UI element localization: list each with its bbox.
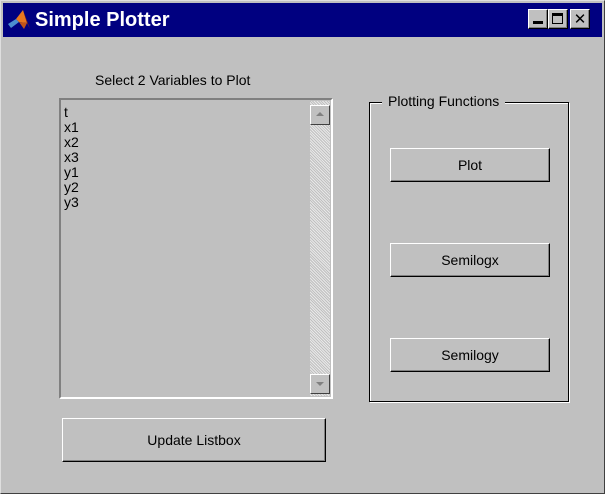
plotting-functions-legend: Plotting Functions: [382, 93, 506, 109]
minimize-button[interactable]: [528, 9, 548, 29]
maximize-button[interactable]: [548, 9, 568, 29]
simple-plotter-window: Simple Plotter ✕ Select 2 Variables to P…: [0, 0, 605, 494]
list-item[interactable]: y2: [62, 180, 79, 195]
scroll-down-button[interactable]: [310, 374, 330, 394]
minimize-icon: [533, 21, 543, 24]
variables-list: t x1 x2 x3 y1 y2 y3: [62, 105, 79, 210]
update-listbox-button[interactable]: Update Listbox: [62, 418, 326, 462]
matlab-logo-icon: [8, 10, 30, 29]
maximize-icon: [552, 13, 563, 24]
semilogx-button[interactable]: Semilogx: [390, 243, 550, 277]
plot-button[interactable]: Plot: [390, 148, 550, 182]
listbox-scrollbar[interactable]: [310, 101, 330, 396]
scroll-down-arrow-icon: [316, 382, 324, 386]
list-item[interactable]: y3: [62, 195, 79, 210]
list-item[interactable]: x3: [62, 150, 79, 165]
scroll-up-arrow-icon: [316, 112, 324, 116]
semilogy-button[interactable]: Semilogy: [390, 338, 550, 372]
list-item[interactable]: t: [62, 105, 79, 120]
list-item[interactable]: x2: [62, 135, 79, 150]
listbox-label: Select 2 Variables to Plot: [95, 72, 251, 88]
title-bar[interactable]: Simple Plotter ✕: [3, 3, 602, 37]
list-item[interactable]: y1: [62, 165, 79, 180]
window-title: Simple Plotter: [35, 9, 170, 31]
list-item[interactable]: x1: [62, 120, 79, 135]
close-button[interactable]: ✕: [570, 9, 590, 29]
scroll-up-button[interactable]: [310, 105, 330, 125]
close-icon: ✕: [573, 10, 587, 28]
variables-listbox[interactable]: t x1 x2 x3 y1 y2 y3: [59, 98, 333, 399]
